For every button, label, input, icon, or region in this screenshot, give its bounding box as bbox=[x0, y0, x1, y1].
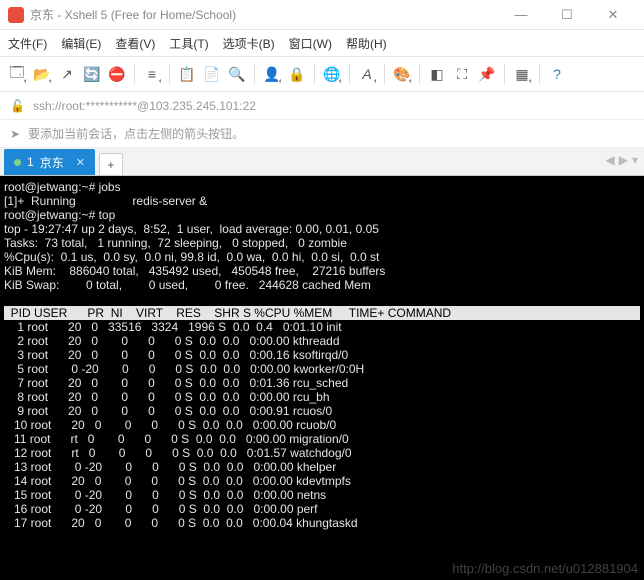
arrow-icon[interactable]: ➤ bbox=[10, 127, 20, 141]
minimize-button[interactable]: — bbox=[498, 0, 544, 30]
separator bbox=[254, 64, 255, 84]
disconnect-icon[interactable]: ⛔ bbox=[106, 63, 128, 85]
maximize-button[interactable]: ☐ bbox=[544, 0, 590, 30]
window-title: 京东 - Xshell 5 (Free for Home/School) bbox=[30, 6, 498, 23]
status-dot-icon bbox=[14, 159, 21, 166]
globe-icon[interactable]: 🌐 bbox=[321, 63, 343, 85]
new-tab-button[interactable]: + bbox=[99, 153, 123, 175]
layout-icon[interactable]: ▦ bbox=[511, 63, 533, 85]
tab-bar: 1 京东 ✕ + ◀ ▶ ▾ bbox=[0, 148, 644, 176]
separator bbox=[419, 64, 420, 84]
menu-view[interactable]: 查看(V) bbox=[115, 35, 155, 52]
tab-close-icon[interactable]: ✕ bbox=[76, 156, 85, 169]
lock-small-icon: 🔓 bbox=[10, 99, 25, 113]
menu-help[interactable]: 帮助(H) bbox=[346, 35, 387, 52]
help-icon[interactable]: ? bbox=[546, 63, 568, 85]
term-line: root@jetwang:~# top bbox=[4, 208, 115, 222]
term-line: Tasks: 73 total, 1 running, 72 sleeping,… bbox=[4, 236, 347, 250]
separator bbox=[134, 64, 135, 84]
menu-tools[interactable]: 工具(T) bbox=[169, 35, 208, 52]
address-text[interactable]: ssh://root:***********@103.235.245.101:2… bbox=[33, 99, 256, 113]
menu-edit[interactable]: 编辑(E) bbox=[61, 35, 101, 52]
open-icon[interactable]: 📂 bbox=[31, 63, 53, 85]
separator bbox=[504, 64, 505, 84]
menubar: 文件(F) 编辑(E) 查看(V) 工具(T) 选项卡(B) 窗口(W) 帮助(… bbox=[0, 30, 644, 56]
tab-index: 1 bbox=[27, 155, 34, 169]
separator bbox=[349, 64, 350, 84]
separator bbox=[539, 64, 540, 84]
search-icon[interactable]: 🔍 bbox=[226, 63, 248, 85]
send-icon[interactable]: ↗ bbox=[56, 63, 78, 85]
separator bbox=[314, 64, 315, 84]
separator bbox=[169, 64, 170, 84]
term-line: KiB Mem: 886040 total, 435492 used, 4505… bbox=[4, 264, 385, 278]
ontop-icon[interactable]: 📌 bbox=[476, 63, 498, 85]
term-line: root@jetwang:~# jobs bbox=[4, 180, 121, 194]
paste-icon[interactable]: 📄 bbox=[201, 63, 223, 85]
term-line: KiB Swap: 0 total, 0 used, 0 free. 24462… bbox=[4, 278, 371, 292]
palette-icon[interactable]: 🎨 bbox=[391, 63, 413, 85]
log-icon[interactable]: 👤 bbox=[261, 63, 283, 85]
separator bbox=[384, 64, 385, 84]
titlebar: 京东 - Xshell 5 (Free for Home/School) — ☐… bbox=[0, 0, 644, 30]
tip-text: 要添加当前会话，点击左侧的箭头按钮。 bbox=[28, 125, 244, 142]
tab-next-icon[interactable]: ▶ bbox=[619, 153, 628, 167]
new-session-icon[interactable]: 🗔 bbox=[6, 63, 28, 85]
address-bar: 🔓 ssh://root:***********@103.235.245.101… bbox=[0, 92, 644, 120]
fullscreen-icon[interactable]: ⛶ bbox=[451, 63, 473, 85]
term-line: top - 19:27:47 up 2 days, 8:52, 1 user, … bbox=[4, 222, 379, 236]
menu-window[interactable]: 窗口(W) bbox=[289, 35, 332, 52]
toolbar: 🗔 📂 ↗ 🔄 ⛔ ≡ 📋 📄 🔍 👤 🔒 🌐 A 🎨 ◧ ⛶ 📌 ▦ ? bbox=[0, 56, 644, 92]
close-button[interactable]: ✕ bbox=[590, 0, 636, 30]
properties-icon[interactable]: ≡ bbox=[141, 63, 163, 85]
transparency-icon[interactable]: ◧ bbox=[426, 63, 448, 85]
term-line: [1]+ Running redis-server & bbox=[4, 194, 207, 208]
font-icon[interactable]: A bbox=[356, 63, 378, 85]
tab-label: 京东 bbox=[40, 154, 64, 171]
terminal[interactable]: root@jetwang:~# jobs [1]+ Running redis-… bbox=[0, 176, 644, 580]
watermark: http://blog.csdn.net/u012881904 bbox=[452, 561, 638, 576]
app-icon bbox=[8, 7, 24, 23]
term-line: %Cpu(s): 0.1 us, 0.0 sy, 0.0 ni, 99.8 id… bbox=[4, 250, 379, 264]
reconnect-icon[interactable]: 🔄 bbox=[81, 63, 103, 85]
tab-session-1[interactable]: 1 京东 ✕ bbox=[4, 149, 95, 175]
lock-icon[interactable]: 🔒 bbox=[286, 63, 308, 85]
copy-icon[interactable]: 📋 bbox=[176, 63, 198, 85]
top-rows: 1 root 20 0 33516 3324 1996 S 0.0 0.4 0:… bbox=[4, 320, 364, 530]
tip-bar: ➤ 要添加当前会话，点击左侧的箭头按钮。 bbox=[0, 120, 644, 148]
tab-prev-icon[interactable]: ◀ bbox=[606, 153, 615, 167]
tab-menu-icon[interactable]: ▾ bbox=[632, 153, 638, 167]
top-header: PID USER PR NI VIRT RES SHR S %CPU %MEM … bbox=[4, 306, 640, 320]
menu-file[interactable]: 文件(F) bbox=[8, 35, 47, 52]
menu-tabs[interactable]: 选项卡(B) bbox=[223, 35, 275, 52]
